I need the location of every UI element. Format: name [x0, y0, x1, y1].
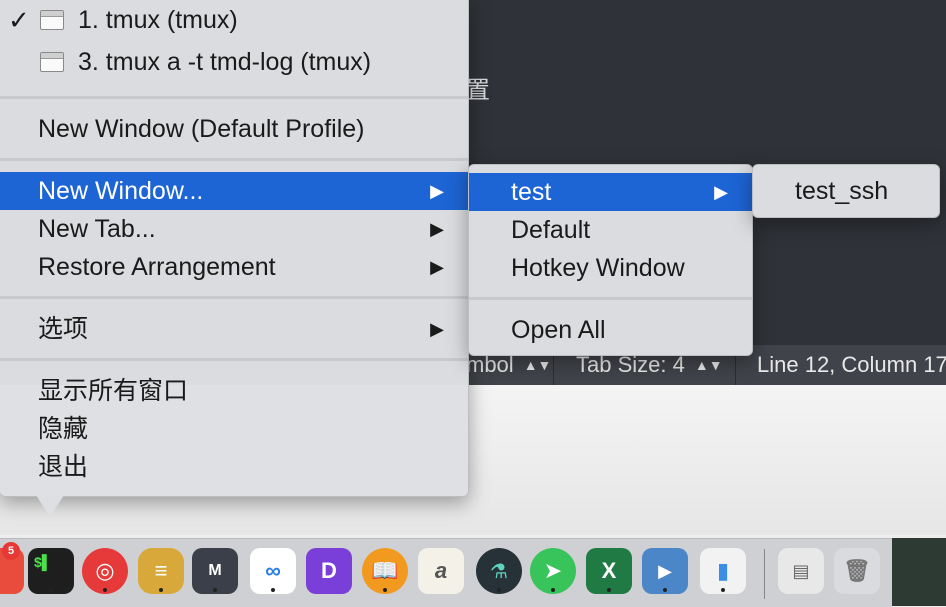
menu-item-new-window-default[interactable]: New Window (Default Profile) [0, 110, 468, 148]
checkmark-icon: ✓ [8, 5, 30, 35]
markdown-editor-icon[interactable]: M [192, 548, 238, 594]
menu-item-hide[interactable]: 隐藏 [0, 410, 468, 448]
updown-arrows-icon: ▲▼ [694, 357, 723, 373]
updown-arrows-icon: ▲▼ [523, 357, 552, 373]
menu-item-new-window[interactable]: New Window... ▶ [0, 172, 468, 210]
signature-icon[interactable]: a [418, 548, 464, 594]
window-icon [40, 52, 64, 72]
menu-pointer [36, 495, 64, 517]
submenu-item-default[interactable]: Default [469, 211, 752, 249]
numbers-icon[interactable]: ▮ [700, 548, 746, 594]
dock-context-menu: ✓ 1. tmux (tmux) 3. tmux a -t tmd-log (t… [0, 0, 469, 497]
excel-icon[interactable]: X [586, 548, 632, 594]
menu-separator [0, 158, 468, 161]
menu-separator [0, 96, 468, 99]
submenu-item-hotkey-window[interactable]: Hotkey Window [469, 249, 752, 287]
menu-separator [0, 296, 468, 299]
menu-item-quit[interactable]: 退出 [0, 448, 468, 486]
calendar-icon[interactable]: 5 [0, 542, 24, 594]
menu-item-new-tab[interactable]: New Tab... ▶ [0, 210, 468, 248]
send-icon[interactable]: ➤ [530, 548, 576, 594]
window-icon [40, 10, 64, 30]
ibooks-icon[interactable]: 📖 [362, 548, 408, 594]
submenu-arrow-icon: ▶ [430, 219, 444, 239]
notification-badge: 5 [2, 542, 20, 560]
submenu-item-test[interactable]: test ▶ [469, 173, 752, 211]
cursor-position: Line 12, Column 17 [757, 352, 946, 377]
dash-icon[interactable]: D [306, 548, 352, 594]
submenu-arrow-icon: ▶ [430, 181, 444, 201]
test-submenu: test_ssh [752, 164, 940, 218]
quicktime-icon[interactable]: ▶ [642, 548, 688, 594]
desktop-wallpaper [892, 538, 946, 606]
menu-item-window-1[interactable]: ✓ 1. tmux (tmux) [0, 1, 468, 39]
dock: 5 $▌ ◎ ≡ M ∞ D 📖 a ⚗ ➤ X ▶ ▮ ▤ 🗑 [0, 538, 892, 607]
menu-item-options[interactable]: 选项 ▶ [0, 310, 468, 348]
terminal-icon[interactable]: $▌ [28, 548, 74, 594]
editor-text: 置 [466, 76, 490, 104]
profiles-submenu: test ▶ Default Hotkey Window Open All [468, 164, 753, 356]
baidu-netdisk-icon[interactable]: ∞ [250, 548, 296, 594]
netease-music-icon[interactable]: ◎ [82, 548, 128, 594]
finder-window-icon[interactable]: ▤ [778, 548, 824, 594]
menu-separator [0, 358, 468, 361]
menu-separator [469, 297, 752, 300]
submenu-arrow-icon: ▶ [714, 182, 728, 202]
menu-item-show-all-windows[interactable]: 显示所有窗口 [0, 372, 468, 410]
submenu-item-open-all[interactable]: Open All [469, 311, 752, 349]
menu-item-restore-arrangement[interactable]: Restore Arrangement ▶ [0, 248, 468, 286]
dock-divider [764, 549, 765, 599]
sequel-pro-icon[interactable]: ≡ [138, 548, 184, 594]
trash-icon[interactable]: 🗑 [834, 548, 880, 594]
menu-item-window-3[interactable]: 3. tmux a -t tmd-log (tmux) [0, 43, 468, 81]
submenu-arrow-icon: ▶ [430, 319, 444, 339]
instruments-icon[interactable]: ⚗ [476, 548, 522, 594]
submenu-arrow-icon: ▶ [430, 257, 444, 277]
submenu-item-test-ssh[interactable]: test_ssh [753, 172, 939, 210]
